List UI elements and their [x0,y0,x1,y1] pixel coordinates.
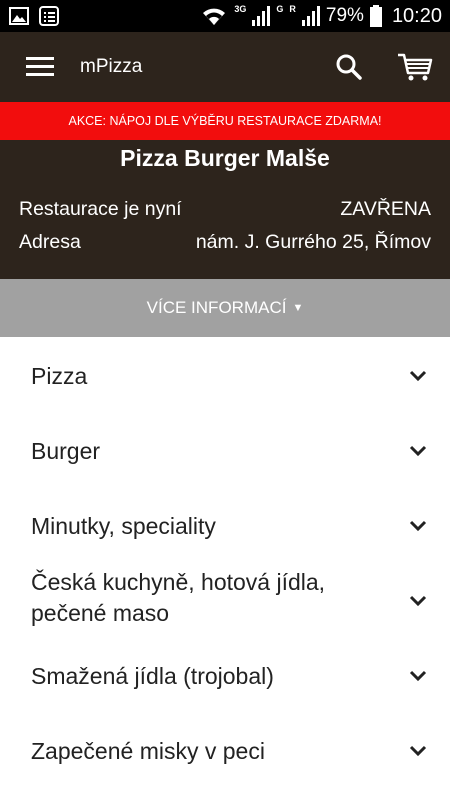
restaurant-name: Pizza Burger Malše [120,145,330,171]
category-label: Minutky, speciality [31,513,216,539]
gallery-icon [9,7,29,25]
network-3g-label: 3G [234,4,247,14]
chevron-down-icon [409,745,427,757]
network-g-label: G [276,4,284,14]
status-label: Restaurace je nyní [19,198,182,220]
category-item-pizza[interactable]: Pizza [0,337,450,412]
category-item-smazena-jidla[interactable]: Smažená jídla (trojobal) [0,637,450,712]
chevron-down-icon [409,445,427,457]
signal-icon [252,6,271,26]
wifi-icon [203,8,226,25]
restaurant-header: Pizza Burger Malše Restaurace je nyní ZA… [0,140,450,279]
app-title: mPizza [80,56,143,77]
promo-text: AKCE: NÁPOJ DLE VÝBĚRU RESTAURACE ZDARMA… [68,114,382,128]
status-value: ZAVŘENA [340,198,431,220]
more-info-button[interactable]: VÍCE INFORMACÍ ▼ [0,279,450,337]
chevron-down-icon [409,595,427,607]
promo-banner: AKCE: NÁPOJ DLE VÝBĚRU RESTAURACE ZDARMA… [0,102,450,140]
category-item-minutky[interactable]: Minutky, speciality [0,487,450,562]
address-row: Adresa nám. J. Gurrého 25, Římov [19,231,431,254]
category-item-burger[interactable]: Burger [0,412,450,487]
address-label: Adresa [19,231,81,253]
status-row: Restaurace je nyní ZAVŘENA [19,198,431,221]
search-icon[interactable] [334,52,364,82]
chevron-down-icon [409,370,427,382]
chevron-down-icon [409,520,427,532]
category-label: Česká kuchyně, hotová jídla, pečené maso [31,569,326,626]
roaming-label: R [289,4,296,14]
more-info-label: VÍCE INFORMACÍ [146,298,287,317]
address-value: nám. J. Gurrého 25, Římov [195,231,431,253]
cart-icon[interactable] [396,51,434,83]
signal-icon-2 [301,6,320,26]
notes-icon [39,6,59,26]
battery-icon [369,5,382,27]
menu-icon[interactable] [25,54,55,80]
caret-down-icon: ▼ [292,302,304,314]
category-item-ceska-kuchyne[interactable]: Česká kuchyně, hotová jídla, pečené maso [0,562,450,637]
category-label: Smažená jídla (trojobal) [31,663,274,689]
battery-percent: 79% [325,5,364,26]
category-label: Burger [31,438,101,464]
category-label: Pizza [31,363,88,389]
app-toolbar: mPizza [0,32,450,102]
category-label: Zapečené misky v peci [31,738,265,764]
status-bar: 3G G R 79% 10:20 [0,0,450,32]
category-item-zapecene-misky[interactable]: Zapečené misky v peci [0,712,450,787]
chevron-down-icon [409,670,427,682]
clock: 10:20 [391,4,442,27]
